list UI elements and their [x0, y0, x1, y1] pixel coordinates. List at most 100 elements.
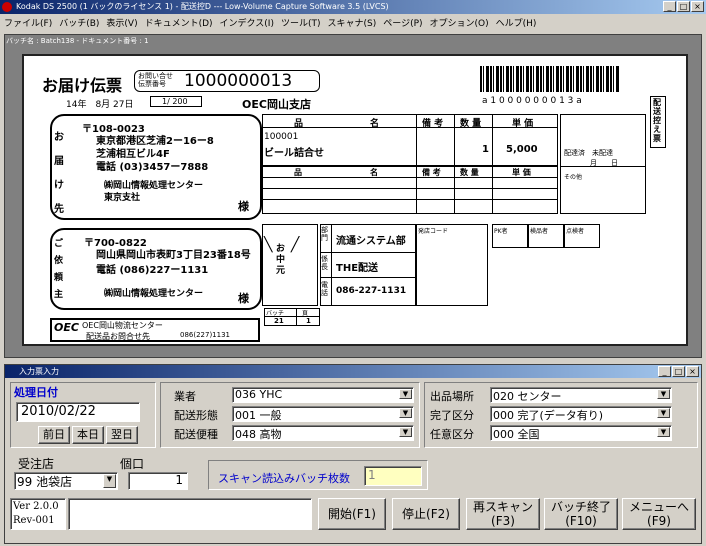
menu-document[interactable]: ドキュメント(D): [145, 16, 213, 29]
menu-button[interactable]: メニューへ (F9): [622, 498, 696, 530]
chevron-down-icon[interactable]: ▼: [399, 427, 412, 437]
dept-chief: THE配送: [336, 263, 379, 274]
maximize-button[interactable]: □: [677, 1, 690, 12]
kanryo-value: 000 完了(データ有り): [493, 409, 604, 422]
col-suryo-2: 数 量: [460, 168, 479, 177]
haiso-bin-value: 048 高物: [235, 428, 282, 441]
menu-bar: ファイル(F) バッチ(B) 表示(V) ドキュメント(D) インデクス(I) …: [0, 14, 706, 30]
store-code: 発店コード: [418, 228, 449, 235]
menu-page[interactable]: ページ(P): [383, 16, 422, 29]
haiso-keitai-select[interactable]: 001 一般 ▼: [232, 406, 414, 422]
chevron-down-icon[interactable]: ▼: [399, 408, 412, 418]
checker-label: 検品者: [530, 228, 549, 235]
chevron-down-icon[interactable]: ▼: [103, 474, 116, 488]
tel-label: 電話: [321, 281, 328, 297]
page-label: 頁: [302, 310, 309, 317]
menu-index[interactable]: インデクス(I): [220, 16, 274, 29]
col-tanka: 単 価: [512, 119, 534, 129]
kuchi-input[interactable]: 1: [128, 472, 188, 490]
menu-scanner[interactable]: スキャナ(S): [328, 16, 377, 29]
date-input[interactable]: 2010/02/22: [16, 402, 140, 422]
other-label: その他: [564, 174, 583, 181]
oec-center: OEC岡山物流センター: [82, 321, 163, 330]
ochugen: お中元: [276, 244, 286, 276]
image-header: バッチ名 : Batch138 - ドキュメント番号 : 1: [6, 37, 149, 45]
menu-view[interactable]: 表示(V): [106, 16, 137, 29]
gyosha-select[interactable]: 036 YHC ▼: [232, 387, 414, 403]
oec-inquiry: 配送品お問合せ先: [86, 332, 150, 341]
rescan-button[interactable]: 再スキャン (F3): [466, 498, 540, 530]
minimize-button[interactable]: _: [663, 1, 676, 12]
nini-select[interactable]: 000 全国 ▼: [490, 425, 672, 441]
col-hin-2: 品: [294, 168, 302, 177]
oec-tel: 086(227)1131: [180, 331, 230, 339]
kanryo-select[interactable]: 000 完了(データ有り) ▼: [490, 406, 672, 422]
col-suryo: 数 量: [460, 119, 482, 129]
scan-count-label: スキャン読込みバッチ枚数: [218, 472, 350, 485]
menu-batch[interactable]: バッチ(B): [59, 16, 99, 29]
revision-label: Rev-001: [13, 515, 55, 526]
today-button[interactable]: 本日: [72, 426, 104, 444]
menu-tools[interactable]: ツール(T): [281, 16, 321, 29]
barcode-text: a 1 0 0 0 0 0 0 0 1 3 a: [482, 96, 582, 106]
haiso-bin-label: 配送便種: [174, 428, 218, 441]
col-mei: 名: [370, 119, 380, 129]
batch-end-button[interactable]: バッチ終了 (F10): [544, 498, 618, 530]
start-button[interactable]: 開始(F1): [318, 498, 386, 530]
form-minimize-button[interactable]: _: [658, 366, 671, 377]
app-icon: [2, 2, 12, 12]
form-close-button[interactable]: ×: [686, 366, 699, 377]
col-hin: 品: [294, 119, 304, 129]
haiso-keitai-value: 001 一般: [235, 409, 282, 422]
next-day-button[interactable]: 翌日: [106, 426, 138, 444]
oec-logo: OEC: [54, 321, 79, 334]
message-box: [68, 498, 312, 530]
gyosha-value: 036 YHC: [235, 388, 283, 401]
delivery-status: 配達済 未配達: [564, 149, 613, 157]
shukka-label: 出品場所: [430, 390, 474, 403]
batch-no: 21: [274, 317, 284, 325]
slip-number: 1000000013: [184, 71, 293, 91]
menu-help[interactable]: ヘルプ(H): [496, 16, 537, 29]
store-select[interactable]: 99 池袋店 ▼: [14, 472, 118, 490]
slip-title: お届け伝票: [42, 76, 123, 95]
haiso-bin-select[interactable]: 048 高物 ▼: [232, 425, 414, 441]
nini-value: 000 全国: [493, 428, 540, 441]
form-maximize-button[interactable]: □: [672, 366, 685, 377]
slip-count: 1/ 200: [162, 97, 188, 106]
chevron-down-icon[interactable]: ▼: [399, 389, 412, 399]
item-qty: 1: [482, 144, 489, 155]
prev-day-button[interactable]: 前日: [38, 426, 70, 444]
col-biko: 備 考: [422, 119, 444, 129]
stop-button[interactable]: 停止(F2): [392, 498, 460, 530]
item-code: 100001: [264, 132, 299, 142]
to-sama: 様: [238, 200, 249, 213]
chevron-down-icon[interactable]: ▼: [657, 408, 670, 418]
to-label: お届け先: [54, 132, 64, 215]
page-no: 1: [306, 317, 311, 325]
kanryo-label: 完了区分: [430, 409, 474, 422]
from-name: ㈱岡山情報処理センター: [104, 289, 204, 299]
col-tanka-2: 単 価: [512, 168, 531, 177]
pk-label: PK者: [494, 228, 508, 235]
close-button[interactable]: ×: [691, 1, 704, 12]
input-form-titlebar: 入力票入力 _ □ ×: [5, 365, 701, 378]
kuchi-label: 個口: [120, 457, 145, 471]
shukka-value: 020 センター: [493, 390, 562, 403]
slip-date: 14年 8月 27日: [66, 100, 134, 110]
date-label: 処理日付: [14, 386, 58, 399]
col-mei-2: 名: [370, 168, 378, 177]
app-titlebar: Kodak DS 2500 (1 バックのライセンス 1) - 配送控D ---…: [0, 0, 706, 14]
menu-options[interactable]: オプション(O): [430, 16, 489, 29]
item-price: 5,000: [506, 144, 538, 155]
shukka-select[interactable]: 020 センター ▼: [490, 387, 672, 403]
from-label: ご依頼主: [54, 239, 64, 300]
store-label: 受注店: [18, 457, 55, 471]
dept-label: 部門: [321, 226, 328, 242]
scanned-slip: お届け伝票 お問い合せ伝票番号 1000000013 a 1 0 0 0 0 0…: [22, 54, 688, 346]
from-sama: 様: [238, 292, 249, 305]
menu-file[interactable]: ファイル(F): [4, 16, 52, 29]
chevron-down-icon[interactable]: ▼: [657, 427, 670, 437]
scan-count-value: 1: [364, 466, 422, 486]
chevron-down-icon[interactable]: ▼: [657, 389, 670, 399]
